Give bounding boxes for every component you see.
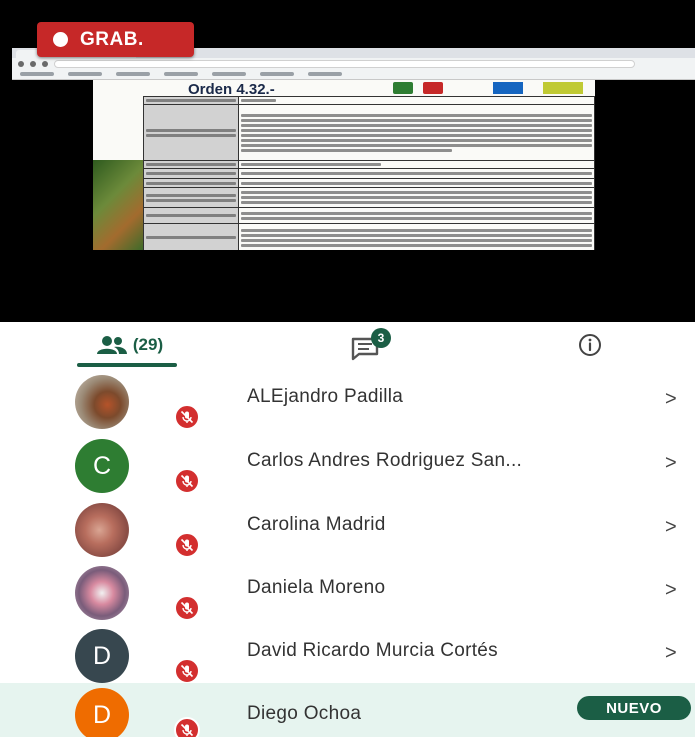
- participant-name: Carolina Madrid: [247, 514, 386, 535]
- participant-name: ALEjandro Padilla: [247, 386, 404, 407]
- participant-row[interactable]: D Diego Ochoa NUEVO: [0, 683, 695, 737]
- table-key-cell: [143, 223, 239, 250]
- chevron-right-icon[interactable]: >: [665, 388, 677, 411]
- table-value-cell: [238, 168, 595, 179]
- chevron-right-icon[interactable]: >: [665, 516, 677, 539]
- shared-screen: GRAB. Orden 4.32.-: [0, 0, 695, 322]
- bookmark-item: [20, 72, 54, 76]
- table-key-cell: [143, 207, 239, 224]
- document-header: Orden 4.32.-: [93, 80, 595, 98]
- participant-name: Diego Ochoa: [247, 703, 362, 724]
- people-icon: [96, 336, 127, 354]
- table-value-cell: [238, 96, 595, 105]
- avatar: [75, 375, 129, 429]
- participant-row[interactable]: C Carlos Andres Rodriguez San... >: [0, 432, 695, 496]
- shared-document: Orden 4.32.-: [93, 80, 595, 250]
- bookmark-item: [260, 72, 294, 76]
- bookmark-item: [164, 72, 198, 76]
- bookmark-item: [212, 72, 246, 76]
- avatar-initial: C: [92, 451, 112, 480]
- table-key-cell: [143, 168, 239, 179]
- avatar: D: [75, 629, 129, 683]
- mic-off-icon: [174, 658, 200, 684]
- tab-participants[interactable]: (29): [60, 322, 200, 368]
- chevron-right-icon[interactable]: >: [665, 452, 677, 475]
- participant-name: David Ricardo Murcia Cortés: [247, 640, 498, 661]
- participant-list: ALEjandro Padilla > C Carlos Andres Rodr…: [0, 368, 695, 737]
- logo-mark: [543, 82, 583, 94]
- table-value-cell: [238, 187, 595, 208]
- participant-row[interactable]: D David Ricardo Murcia Cortés >: [0, 622, 695, 686]
- table-value-cell: [238, 223, 595, 250]
- info-icon: [579, 334, 601, 356]
- bookmarks-bar: [12, 69, 695, 79]
- document-table: [143, 96, 595, 250]
- record-dot-icon: [53, 32, 68, 47]
- mic-off-icon: [174, 595, 200, 621]
- active-tab-indicator: [77, 363, 177, 367]
- mic-off-icon: [174, 532, 200, 558]
- table-key-cell: [143, 160, 239, 169]
- logo-mark: [393, 82, 413, 94]
- reload-icon: [42, 60, 48, 67]
- recording-label: GRAB.: [80, 28, 144, 50]
- tab-chat[interactable]: 3: [330, 322, 400, 368]
- logo-mark: [493, 82, 523, 94]
- participant-row[interactable]: Daniela Moreno >: [0, 559, 695, 623]
- browser-toolbar: [12, 58, 695, 69]
- chat-unread-badge: 3: [371, 328, 391, 348]
- chevron-right-icon[interactable]: >: [665, 642, 677, 665]
- bookmark-item: [68, 72, 102, 76]
- avatar: [75, 503, 129, 557]
- participant-row[interactable]: ALEjandro Padilla >: [0, 368, 695, 432]
- new-participant-badge: NUEVO: [577, 696, 691, 720]
- document-photo: [93, 160, 143, 250]
- meeting-app: GRAB. Orden 4.32.- (29) 3 ALEjandro Padi…: [0, 0, 695, 737]
- bookmark-item: [308, 72, 342, 76]
- mic-off-icon: [174, 404, 200, 430]
- panel-tab-bar: (29) 3: [0, 322, 695, 368]
- bookmark-item: [116, 72, 150, 76]
- tab-info[interactable]: [555, 322, 625, 368]
- logo-mark: [423, 82, 443, 94]
- address-bar: [54, 59, 635, 68]
- participant-name: Daniela Moreno: [247, 577, 386, 598]
- table-key-cell: [143, 104, 239, 161]
- participants-count: (29): [132, 335, 164, 354]
- mic-off-icon: [174, 717, 200, 737]
- recording-badge: GRAB.: [37, 22, 194, 57]
- forward-icon: [30, 60, 36, 67]
- avatar: [75, 566, 129, 620]
- avatar: D: [75, 688, 129, 737]
- table-value-cell: [238, 178, 595, 188]
- participant-row[interactable]: Carolina Madrid >: [0, 496, 695, 560]
- table-key-cell: [143, 178, 239, 188]
- table-value-cell: [238, 207, 595, 224]
- table-key-cell: [143, 187, 239, 208]
- mic-off-icon: [174, 468, 200, 494]
- avatar-initial: D: [92, 700, 112, 729]
- back-icon: [18, 60, 24, 67]
- avatar: C: [75, 439, 129, 493]
- participant-name: Carlos Andres Rodriguez San...: [247, 450, 523, 471]
- table-value-cell: [238, 160, 595, 169]
- chevron-right-icon[interactable]: >: [665, 579, 677, 602]
- avatar-initial: D: [92, 641, 112, 670]
- table-value-cell: [238, 104, 595, 161]
- table-key-cell: [143, 96, 239, 105]
